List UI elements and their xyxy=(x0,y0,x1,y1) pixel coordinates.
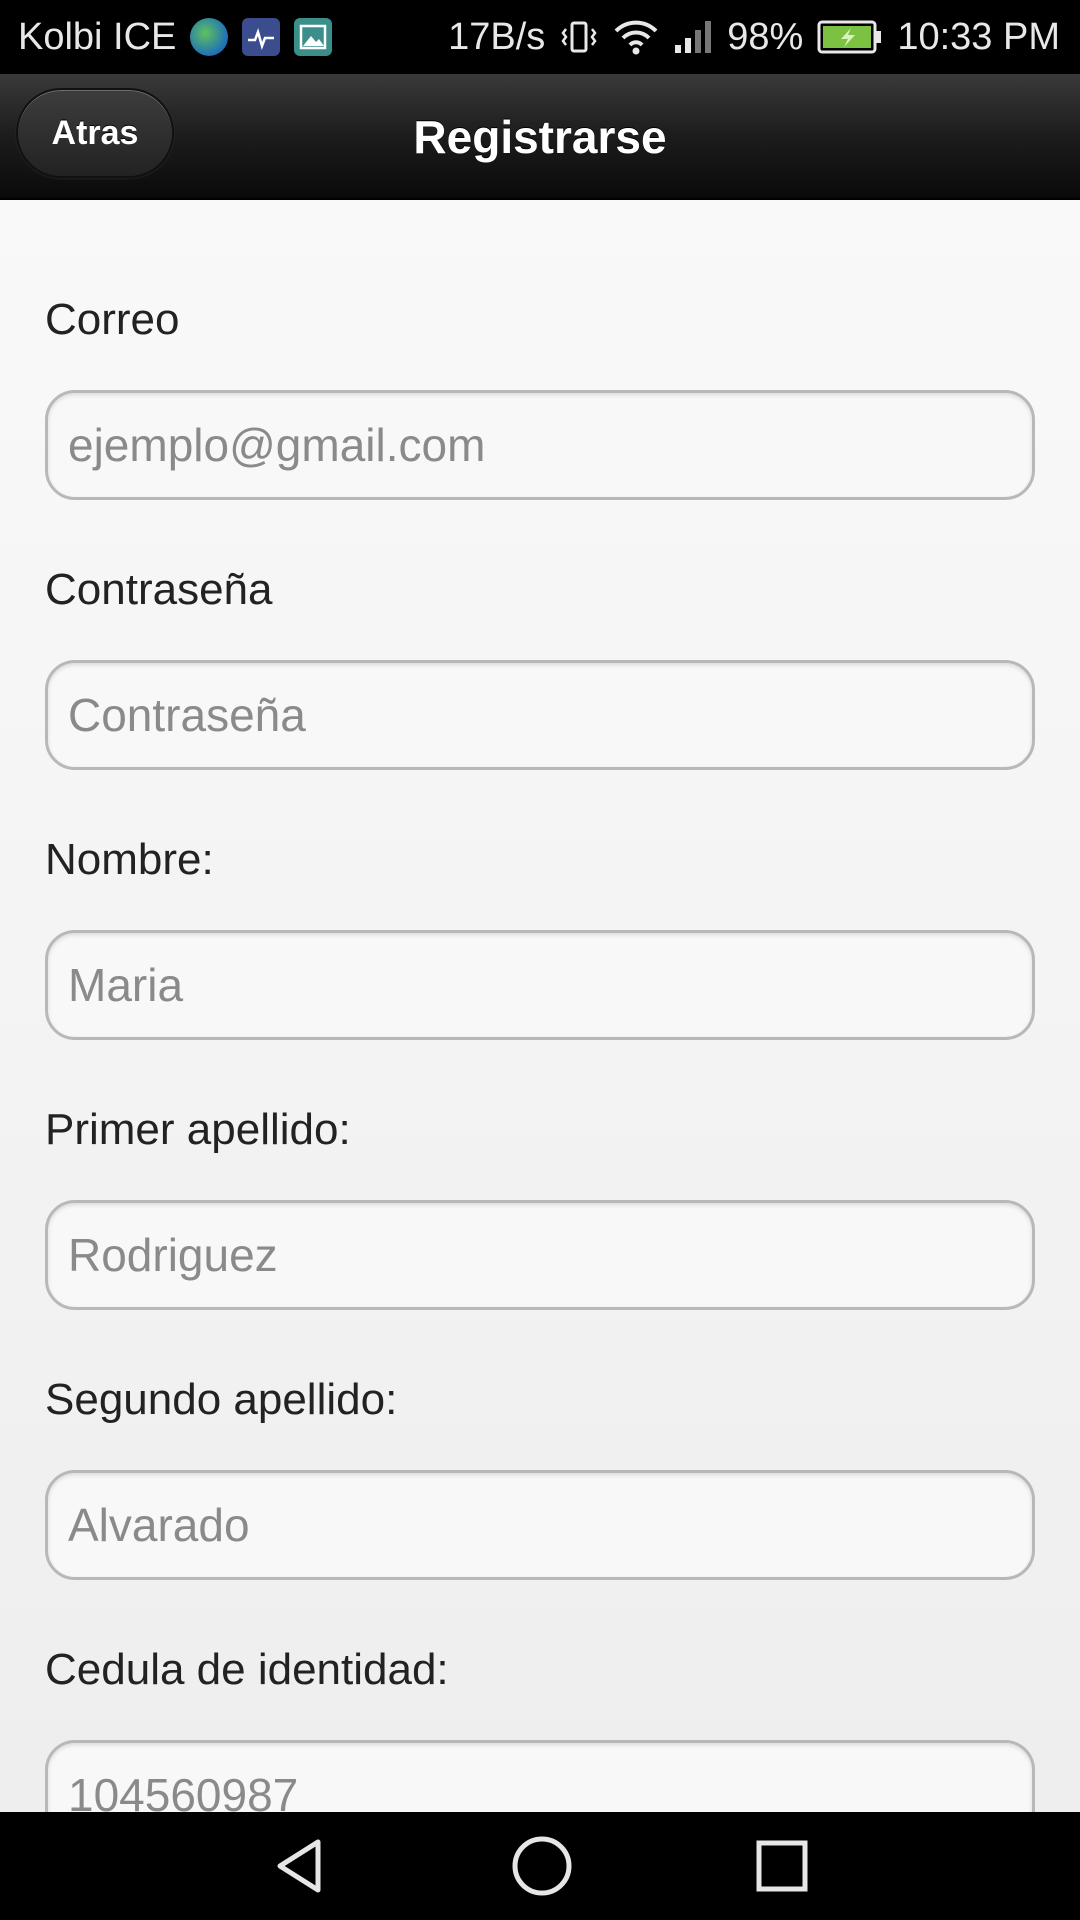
vibrate-icon xyxy=(559,17,599,57)
email-field-group: Correo xyxy=(45,290,1035,500)
first-surname-input[interactable] xyxy=(45,1200,1035,1310)
back-triangle-icon[interactable] xyxy=(270,1836,330,1896)
home-circle-icon[interactable] xyxy=(510,1834,574,1898)
id-number-label: Cedula de identidad: xyxy=(45,1645,449,1694)
signal-icon xyxy=(673,17,713,57)
first-name-field-group: Nombre: xyxy=(45,830,1035,1040)
battery-percent: 98% xyxy=(727,15,804,58)
status-right: 17B/s 98% 10:33 PM xyxy=(448,16,1080,59)
first-surname-label: Primer apellido: xyxy=(45,1105,351,1154)
battery-charging-icon xyxy=(817,19,883,55)
password-input[interactable] xyxy=(45,660,1035,770)
carrier-name: Kolbi ICE xyxy=(18,15,177,58)
id-number-input[interactable] xyxy=(45,1740,1035,1812)
back-button[interactable]: Atras xyxy=(16,88,174,178)
recents-square-icon[interactable] xyxy=(754,1838,810,1894)
second-surname-label: Segundo apellido: xyxy=(45,1375,398,1424)
health-app-icon xyxy=(242,18,281,56)
app-screen: Kolbi ICE 17B/s 98% 10:33 PM Registrarse… xyxy=(0,0,1080,1920)
gallery-app-icon xyxy=(294,18,333,56)
clock: 10:33 PM xyxy=(897,15,1060,58)
status-bar: Kolbi ICE 17B/s 98% 10:33 PM xyxy=(0,0,1080,74)
password-field-group: Contraseña xyxy=(45,560,1035,770)
email-label: Correo xyxy=(45,295,180,344)
password-label: Contraseña xyxy=(45,565,273,614)
navigation-bar xyxy=(0,1812,1080,1920)
second-surname-field-group: Segundo apellido: xyxy=(45,1370,1035,1580)
status-left: Kolbi ICE xyxy=(0,15,333,59)
wifi-icon xyxy=(613,17,659,57)
id-number-field-group: Cedula de identidad: xyxy=(45,1640,1035,1812)
second-surname-input[interactable] xyxy=(45,1470,1035,1580)
registration-form: Correo Contraseña Nombre: Primer apellid… xyxy=(0,200,1080,1812)
globe-app-icon xyxy=(190,18,229,56)
first-name-label: Nombre: xyxy=(45,835,214,884)
first-surname-field-group: Primer apellido: xyxy=(45,1100,1035,1310)
email-input[interactable] xyxy=(45,390,1035,500)
first-name-input[interactable] xyxy=(45,930,1035,1040)
header-bar: Registrarse Atras xyxy=(0,74,1080,200)
network-speed: 17B/s xyxy=(448,15,546,58)
